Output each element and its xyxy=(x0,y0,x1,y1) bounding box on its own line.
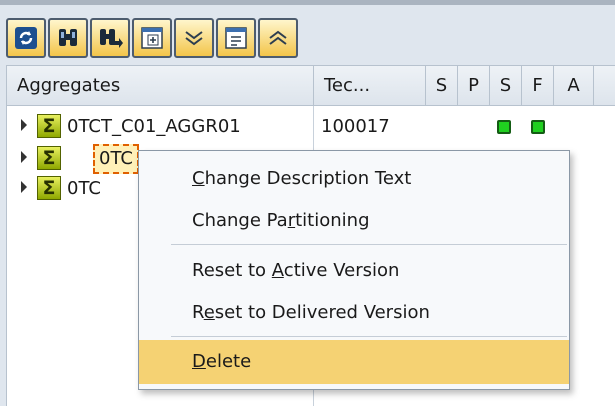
menu-item-label: Reset to Delivered Version xyxy=(192,302,430,323)
status-green-icon xyxy=(531,120,545,134)
find-next-button[interactable] xyxy=(90,18,130,58)
expand-all-button[interactable] xyxy=(132,18,172,58)
menu-item-change-description[interactable]: Change Description Text xyxy=(139,157,569,201)
context-menu: Change Description Text Change Partition… xyxy=(138,150,570,390)
collapse-all-button[interactable] xyxy=(216,18,256,58)
expand-subtree-icon xyxy=(185,31,203,46)
find-next-icon xyxy=(100,29,123,48)
expand-arrow-icon[interactable] xyxy=(21,119,27,131)
aggregate-name[interactable]: 0TC xyxy=(67,174,101,204)
menu-item-label: Delete xyxy=(192,351,252,372)
menu-item-reset-delivered[interactable]: Reset to Delivered Version xyxy=(139,291,569,335)
refresh-icon xyxy=(15,27,37,49)
toolbar xyxy=(6,18,298,60)
expand-all-icon xyxy=(141,27,163,49)
menu-separator xyxy=(171,244,567,245)
status-green-icon xyxy=(497,120,511,134)
menu-item-label: Change Partitioning xyxy=(192,210,370,231)
tree-row[interactable]: Σ 0TCT_C01_AGGR01 100017 xyxy=(7,112,615,142)
column-header-s2[interactable]: S xyxy=(490,66,522,106)
menu-item-label: Change Description Text xyxy=(192,168,412,189)
aggregate-sigma-icon: Σ xyxy=(37,176,61,200)
aggregate-name-selected[interactable]: 0TC xyxy=(93,144,139,174)
menu-item-label: Reset to Active Version xyxy=(192,260,400,281)
column-header-bar: Aggregates Tec... S P S F A xyxy=(7,66,615,106)
column-header-aggregates[interactable]: Aggregates xyxy=(7,66,314,106)
aggregate-tech-name: 100017 xyxy=(321,116,390,137)
column-header-a[interactable]: A xyxy=(554,66,594,106)
refresh-button[interactable] xyxy=(6,18,46,58)
menu-item-delete[interactable]: Delete xyxy=(139,340,569,384)
column-header-f[interactable]: F xyxy=(522,66,554,106)
collapse-all-icon xyxy=(225,27,247,49)
expand-arrow-icon[interactable] xyxy=(21,151,27,163)
expand-subtree-button[interactable] xyxy=(174,18,214,58)
find-icon xyxy=(59,29,77,46)
menu-item-reset-active[interactable]: Reset to Active Version xyxy=(139,249,569,293)
column-header-p[interactable]: P xyxy=(458,66,490,106)
find-button[interactable] xyxy=(48,18,88,58)
expand-arrow-icon[interactable] xyxy=(21,181,27,193)
collapse-subtree-icon xyxy=(269,30,287,45)
aggregate-name[interactable]: 0TCT_C01_AGGR01 xyxy=(67,112,241,142)
collapse-subtree-button[interactable] xyxy=(258,18,298,58)
column-header-tech[interactable]: Tec... xyxy=(314,66,426,106)
aggregate-sigma-icon: Σ xyxy=(37,114,61,138)
column-header-s1[interactable]: S xyxy=(426,66,458,106)
top-border xyxy=(0,0,615,5)
menu-item-change-partitioning[interactable]: Change Partitioning xyxy=(139,199,569,243)
aggregate-sigma-icon: Σ xyxy=(37,146,61,170)
menu-separator xyxy=(171,336,567,337)
